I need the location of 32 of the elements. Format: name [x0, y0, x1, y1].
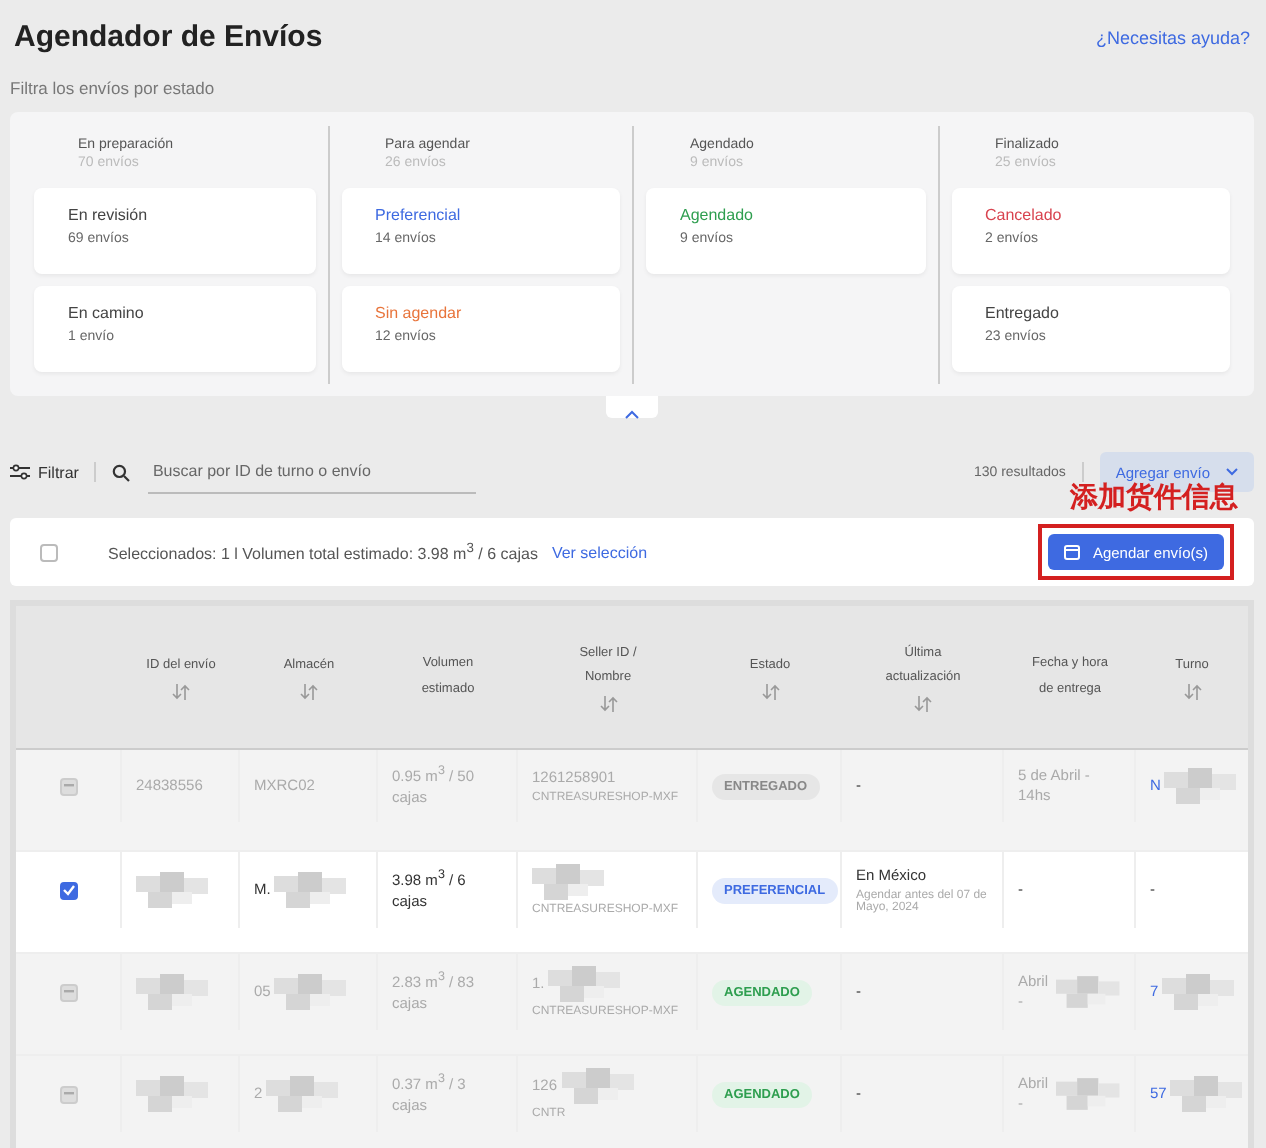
search-field[interactable]: Buscar por ID de turno o envío — [148, 450, 477, 494]
minus-icon — [63, 784, 73, 789]
sort-icon[interactable] — [761, 684, 779, 701]
status-label: Sin agendar — [375, 304, 464, 322]
collapse-button[interactable] — [606, 396, 658, 418]
sort-icon[interactable] — [172, 684, 190, 701]
sliders-icon — [10, 464, 30, 480]
calendar-icon — [1064, 544, 1081, 560]
sort-icon[interactable] — [599, 696, 617, 713]
view-selection-link[interactable]: Ver selección — [551, 543, 648, 561]
minus-icon — [63, 1092, 73, 1096]
status-label: Entregado — [985, 304, 1061, 322]
status-label: Cancelado — [985, 206, 1064, 224]
search-icon — [112, 463, 131, 481]
status-label: Preferencial — [375, 206, 463, 224]
minus-icon — [63, 990, 73, 994]
help-link[interactable]: ¿Necesitas ayuda? — [1095, 27, 1250, 47]
sort-icon[interactable] — [914, 696, 932, 713]
select-all-checkbox[interactable] — [40, 543, 58, 561]
caret-icon — [1226, 468, 1238, 476]
check-icon — [61, 884, 75, 896]
row-checkbox[interactable] — [59, 881, 77, 899]
selection-summary: Seleccionados: 1 l Volumen total estimado: 3.98 m$^{3}$ / 6 cajas — [108, 541, 538, 563]
sort-icon[interactable] — [300, 684, 318, 701]
status-label: Agendado — [680, 206, 755, 224]
filter-button[interactable]: Filtrar — [10, 463, 79, 481]
status-label: En revisión — [68, 206, 150, 224]
page-title: Agendador de Envíos — [14, 20, 323, 54]
sort-icon[interactable] — [1183, 684, 1201, 701]
chevron-icon — [624, 410, 640, 420]
page-subtitle: Filtra los envíos por estado — [10, 78, 217, 98]
status-label: En camino — [68, 304, 146, 322]
